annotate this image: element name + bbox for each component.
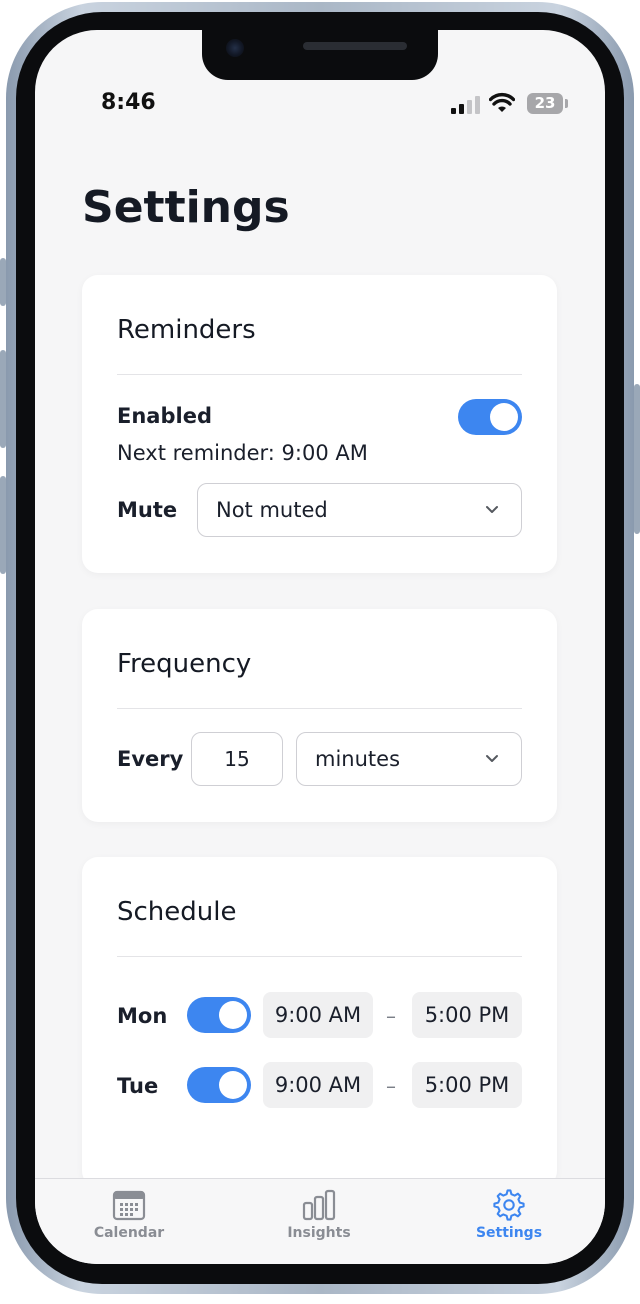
reminders-divider — [117, 374, 522, 375]
frequency-card: Frequency Every 15 minutes — [82, 609, 557, 822]
mute-switch — [0, 258, 6, 306]
battery-indicator: 23 — [527, 93, 563, 114]
reminders-enabled-toggle[interactable] — [458, 399, 522, 435]
frequency-title: Frequency — [117, 649, 252, 679]
power-button — [634, 384, 640, 534]
tab-label: Settings — [475, 1225, 543, 1241]
tab-insights[interactable]: Insights — [259, 1189, 379, 1241]
chevron-down-icon — [486, 506, 498, 513]
every-label: Every — [117, 747, 184, 771]
schedule-start-time[interactable]: 9:00 AM — [263, 1062, 373, 1108]
schedule-divider — [117, 956, 522, 957]
schedule-title: Schedule — [117, 897, 237, 927]
schedule-day-label: Mon — [117, 1004, 168, 1028]
page-title: Settings — [82, 182, 290, 233]
schedule-day-label: Tue — [117, 1074, 159, 1098]
tab-label: Calendar — [93, 1225, 165, 1241]
battery-tip — [565, 99, 568, 108]
frequency-divider — [117, 708, 522, 709]
toggle-knob — [219, 1001, 247, 1029]
unit-select[interactable]: minutes — [296, 732, 522, 786]
mute-select[interactable]: Not muted — [197, 483, 522, 537]
volume-down-button — [0, 476, 6, 574]
tab-bar: Calendar Insights Settings — [35, 1178, 605, 1264]
cellular-signal-icon — [451, 96, 480, 114]
volume-up-button — [0, 350, 6, 448]
earpiece-speaker — [303, 42, 407, 50]
time-separator: – — [386, 1004, 396, 1028]
chevron-down-icon — [486, 755, 498, 762]
tab-label: Insights — [287, 1225, 351, 1241]
mute-label: Mute — [117, 498, 178, 522]
calendar-icon — [112, 1190, 146, 1221]
toggle-knob — [490, 403, 518, 431]
reminders-card: Reminders Enabled Next reminder: 9:00 AM… — [82, 275, 557, 573]
schedule-end-time[interactable]: 5:00 PM — [412, 1062, 522, 1108]
mute-select-value: Not muted — [216, 498, 328, 522]
schedule-card: Schedule Mon 9:00 AM – 5:00 PM Tue 9:00 … — [82, 857, 557, 1187]
unit-select-value: minutes — [315, 747, 401, 771]
gear-icon — [493, 1189, 525, 1221]
schedule-day-toggle[interactable] — [187, 1067, 251, 1103]
schedule-start-time[interactable]: 9:00 AM — [263, 992, 373, 1038]
status-time: 8:46 — [101, 90, 156, 115]
tab-settings[interactable]: Settings — [449, 1189, 569, 1241]
reminders-title: Reminders — [117, 315, 256, 345]
interval-input[interactable]: 15 — [191, 732, 283, 786]
schedule-day-toggle[interactable] — [187, 997, 251, 1033]
schedule-end-time[interactable]: 5:00 PM — [412, 992, 522, 1038]
tab-calendar[interactable]: Calendar — [69, 1189, 189, 1241]
time-separator: – — [386, 1074, 396, 1098]
wifi-icon — [489, 92, 515, 112]
toggle-knob — [219, 1071, 247, 1099]
screen: 8:46 23 Settings Reminders Enabled Next … — [35, 30, 605, 1264]
enabled-label: Enabled — [117, 404, 212, 428]
next-reminder-text: Next reminder: 9:00 AM — [117, 441, 368, 465]
bar-chart-icon — [302, 1189, 336, 1221]
front-camera — [226, 39, 244, 57]
